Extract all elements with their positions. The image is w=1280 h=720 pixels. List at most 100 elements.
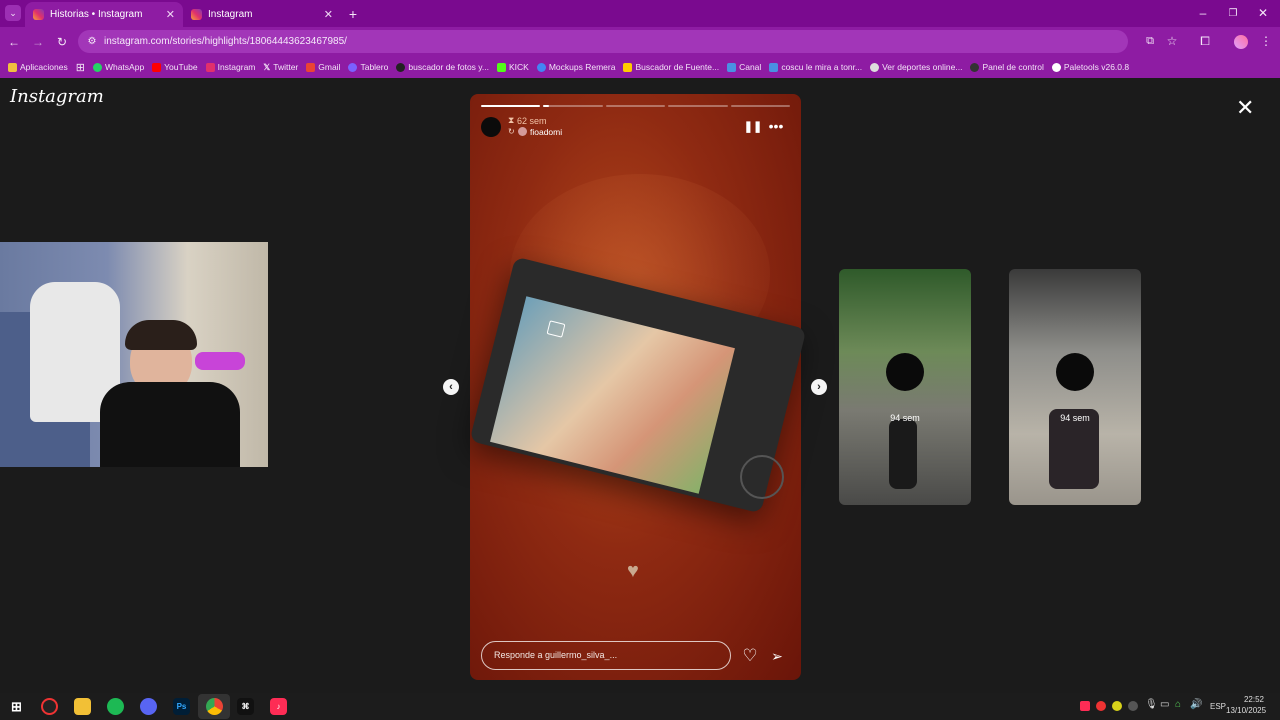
install-app-icon[interactable]: ⧉ xyxy=(1143,34,1157,48)
bookmark-mockups[interactable]: Mockups Remera xyxy=(536,62,615,72)
bookmark-youtube[interactable]: YouTube xyxy=(152,62,198,72)
thumbnail-time: 94 sem xyxy=(890,413,920,423)
bookmarks-bar: Aplicaciones ⊞ WhatsApp YouTube Instagra… xyxy=(0,56,1280,78)
close-tab-icon[interactable]: ✕ xyxy=(166,8,175,21)
reply-input[interactable]: Responde a guillermo_silva_... xyxy=(481,641,731,670)
p-logo-icon xyxy=(396,62,406,72)
minimize-icon[interactable]: – xyxy=(1196,6,1210,20)
thumbnail-avatar xyxy=(1056,353,1094,391)
back-icon[interactable]: ← xyxy=(6,34,22,50)
close-tab-icon[interactable]: ✕ xyxy=(324,8,333,21)
tray-overwolf-icon[interactable] xyxy=(1096,701,1106,711)
bookmark-buscador-fotos[interactable]: buscador de fotos y... xyxy=(396,62,489,72)
close-window-icon[interactable]: ✕ xyxy=(1256,6,1270,20)
bookmark-star-icon[interactable]: ☆ xyxy=(1165,34,1179,48)
windows-start-icon[interactable]: ⊞ xyxy=(8,698,25,715)
thumbnail-avatar xyxy=(886,353,924,391)
camera-dial xyxy=(740,455,784,499)
discord-icon[interactable] xyxy=(140,698,157,715)
drive-icon xyxy=(536,62,546,72)
next-story-thumbnail[interactable]: 94 sem xyxy=(1009,269,1141,505)
more-options-icon[interactable]: ••• xyxy=(767,118,785,134)
bookmark-gmail[interactable]: Gmail xyxy=(306,62,340,72)
next-story-button[interactable]: › xyxy=(811,379,827,395)
language-indicator[interactable]: ESP xyxy=(1210,702,1226,711)
bookmark-coscu[interactable]: coscu le mira a tonr... xyxy=(769,62,862,72)
bookmark-whatsapp[interactable]: WhatsApp xyxy=(92,62,144,72)
tab-instagram[interactable]: Instagram ✕ xyxy=(183,2,341,27)
display-icon[interactable]: ▭ xyxy=(1160,699,1169,710)
profile-avatar[interactable] xyxy=(1234,35,1248,49)
story-time: 62 sem xyxy=(517,116,547,126)
reload-icon[interactable]: ↻ xyxy=(54,34,70,50)
chevron-left-icon: ‹ xyxy=(449,381,453,393)
tab-title: Historias • Instagram xyxy=(50,9,143,20)
bookmark-deportes[interactable]: Ver deportes online... xyxy=(870,62,962,72)
bookmark-twitter[interactable]: 𝕏 Twitter xyxy=(263,62,298,73)
bookmark-kick[interactable]: KICK xyxy=(497,62,529,72)
chevron-down-icon: ⌄ xyxy=(9,7,17,18)
bookmark-fuentes[interactable]: Buscador de Fuente... xyxy=(623,62,719,72)
bookmark-instagram[interactable]: Instagram xyxy=(205,62,255,72)
network-icon[interactable]: ⌂ xyxy=(1175,699,1181,710)
bookmark-tablero[interactable]: Tablero xyxy=(348,62,388,72)
hourglass-icon: ⧗ xyxy=(508,115,515,125)
repost-icon: ↻ xyxy=(508,127,515,136)
new-tab-button[interactable]: + xyxy=(344,5,362,23)
like-heart-icon[interactable]: ♡ xyxy=(740,646,760,666)
streamer-shirt xyxy=(100,382,240,467)
thumbnail-time: 94 sem xyxy=(1060,413,1090,423)
x-logo-icon: 𝕏 xyxy=(263,61,271,72)
menu-dots-icon[interactable]: ⋮ xyxy=(1259,34,1273,48)
grid-icon: ⊞ xyxy=(75,61,85,74)
tab-search-button[interactable]: ⌄ xyxy=(5,5,21,21)
story-progress-fill xyxy=(543,105,550,107)
tray-app-icon[interactable] xyxy=(1128,701,1138,711)
overwolf-icon[interactable] xyxy=(41,698,58,715)
story-progress-segment xyxy=(605,105,666,107)
bookmark-aplicaciones[interactable]: Aplicaciones xyxy=(8,62,68,72)
page-icon xyxy=(769,62,779,72)
next-story-thumbnail[interactable]: 94 sem xyxy=(839,269,971,505)
paletools-icon xyxy=(1051,62,1061,72)
previous-story-button[interactable]: ‹ xyxy=(443,379,459,395)
story-progress-segment xyxy=(730,105,790,107)
tiktok-icon[interactable]: ♪ xyxy=(270,698,287,715)
url-text: instagram.com/stories/highlights/1806444… xyxy=(104,36,347,47)
story-username[interactable]: fioadomi xyxy=(530,127,562,137)
photoshop-icon[interactable]: Ps xyxy=(173,698,190,715)
extensions-icon[interactable]: ⧠ xyxy=(1198,34,1212,48)
send-icon[interactable]: ➢ xyxy=(767,646,787,666)
streamer-hair xyxy=(125,320,197,350)
pause-icon[interactable]: ❚❚ xyxy=(744,120,762,133)
spotify-icon[interactable] xyxy=(107,698,124,715)
chrome-icon[interactable] xyxy=(206,698,223,715)
file-explorer-icon[interactable] xyxy=(74,698,91,715)
instagram-favicon-icon xyxy=(33,9,44,20)
capcut-icon[interactable]: ⌘ xyxy=(237,698,254,715)
tray-app-icon[interactable] xyxy=(1112,701,1122,711)
clock-date[interactable]: 13/10/2025 xyxy=(1226,706,1266,715)
instagram-favicon-icon xyxy=(191,9,202,20)
tablero-icon xyxy=(348,62,358,72)
panel-icon xyxy=(970,62,980,72)
volume-icon[interactable]: 🔊 xyxy=(1190,699,1202,710)
clock-time[interactable]: 22:52 xyxy=(1234,695,1264,704)
bookmark-paletools[interactable]: Paletools v26.0.8 xyxy=(1051,62,1129,72)
instagram-logo[interactable]: Instagram xyxy=(10,86,104,107)
site-info-icon[interactable]: ⚙ xyxy=(85,34,99,48)
bookmark-grid[interactable]: ⊞ xyxy=(76,61,85,74)
close-icon[interactable]: ✕ xyxy=(1236,95,1254,121)
globe-icon xyxy=(870,62,880,72)
story-avatar[interactable] xyxy=(481,117,501,137)
microphone-icon[interactable]: 🎙 xyxy=(1145,699,1158,710)
bookmark-panel[interactable]: Panel de control xyxy=(970,62,1044,72)
instagram-icon xyxy=(205,62,215,72)
tray-tiktok-icon[interactable] xyxy=(1080,701,1090,711)
restore-icon[interactable]: ❐ xyxy=(1226,6,1240,20)
story-progress-segment xyxy=(668,105,728,107)
microphone xyxy=(195,352,245,370)
forward-icon[interactable]: → xyxy=(30,34,46,50)
bookmark-canal[interactable]: Canal xyxy=(727,62,761,72)
tab-historias[interactable]: Historias • Instagram ✕ xyxy=(25,2,183,27)
